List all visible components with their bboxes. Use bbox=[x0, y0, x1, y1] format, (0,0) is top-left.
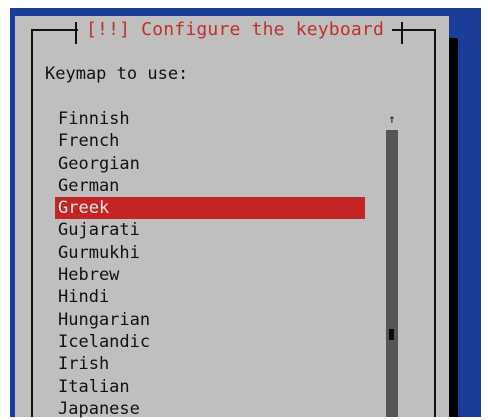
keymap-option-georgian[interactable]: Georgian bbox=[55, 153, 365, 175]
frame-top-right bbox=[390, 29, 436, 31]
frame-left bbox=[31, 29, 33, 417]
dialog-title: [!!] Configure the keyboard bbox=[78, 17, 392, 43]
keymap-option-gurmukhi[interactable]: Gurmukhi bbox=[55, 242, 365, 264]
arrow-up-icon[interactable]: ↑ bbox=[385, 111, 399, 127]
frame-right bbox=[434, 29, 436, 417]
keymap-option-italian[interactable]: Italian bbox=[55, 376, 365, 398]
frame-title-left-tick bbox=[75, 22, 77, 44]
scrollbar-thumb[interactable] bbox=[389, 328, 394, 340]
keymap-option-french[interactable]: French bbox=[55, 130, 365, 152]
keymap-option-icelandic[interactable]: Icelandic bbox=[55, 331, 365, 353]
keymap-prompt: Keymap to use: bbox=[45, 64, 189, 84]
keymap-option-irish[interactable]: Irish bbox=[55, 353, 365, 375]
scrollbar-track[interactable] bbox=[386, 130, 398, 417]
installer-screen: [!!] Configure the keyboard Keymap to us… bbox=[0, 0, 488, 420]
keymap-option-hungarian[interactable]: Hungarian bbox=[55, 309, 365, 331]
keymap-option-german[interactable]: German bbox=[55, 175, 365, 197]
keymap-option-greek[interactable]: Greek bbox=[55, 197, 365, 220]
frame-title-right-tick bbox=[401, 22, 403, 44]
keymap-option-hebrew[interactable]: Hebrew bbox=[55, 264, 365, 286]
frame-top-left bbox=[31, 29, 79, 31]
keymap-option-finnish[interactable]: Finnish bbox=[55, 108, 365, 130]
keymap-option-gujarati[interactable]: Gujarati bbox=[55, 219, 365, 241]
keymap-list: Finnish French Georgian German Greek Gujarati… bbox=[55, 108, 365, 420]
keymap-option-hindi[interactable]: Hindi bbox=[55, 286, 365, 308]
